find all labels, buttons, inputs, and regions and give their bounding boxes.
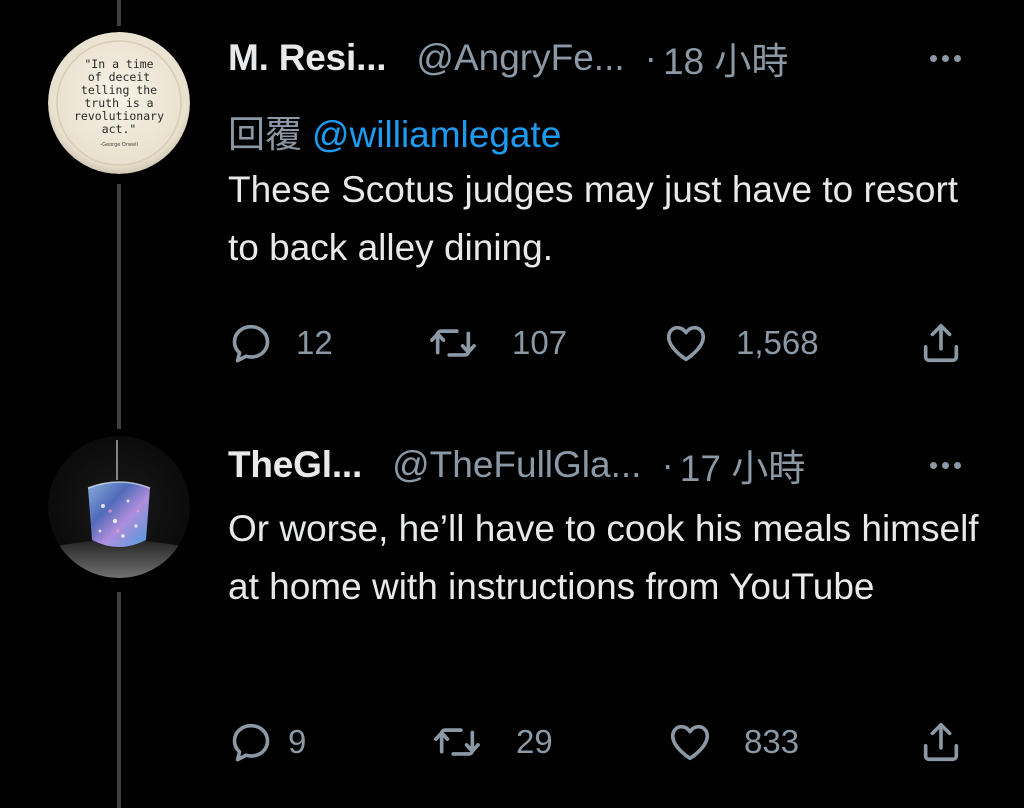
avatar-quote-line: revolutionary [74,109,164,123]
more-icon[interactable] [930,462,961,469]
display-name[interactable]: TheGl... [228,444,362,486]
tweet-actions: 12 107 1,568 [228,318,988,368]
like-button[interactable]: 833 [666,717,799,767]
reply-icon [228,719,274,765]
handle[interactable]: @AngryFe... [416,37,624,79]
reply-count: 9 [288,723,307,760]
share-button[interactable] [918,717,964,767]
avatar-quote-image: "In a time of deceit telling the truth i… [48,32,190,174]
retweet-icon [428,320,478,366]
share-icon [918,320,964,366]
timestamp[interactable]: 18 小時 [663,31,788,85]
separator: · [661,444,674,485]
share-button[interactable] [918,318,964,368]
timestamp[interactable]: 17 小時 [680,438,805,492]
tweet-thread: "In a time of deceit telling the truth i… [0,0,1024,808]
reply-button[interactable]: 12 [228,318,333,368]
share-icon [918,719,964,765]
tweet-header: M. Resi... @AngryFe... · 18 小時 [228,33,788,83]
reply-icon [228,320,274,366]
display-name[interactable]: M. Resi... [228,37,387,79]
thread-line-top [117,0,121,26]
retweet-count: 29 [516,723,553,760]
handle[interactable]: @TheFullGla... [392,444,641,486]
avatar[interactable] [48,436,190,578]
reply-count: 12 [296,324,333,361]
like-button[interactable]: 1,568 [662,318,819,368]
tweet-2[interactable]: TheGl... @TheFullGla... · 17 小時 Or worse… [228,420,988,808]
retweet-button[interactable]: 29 [432,717,553,767]
tweet-1[interactable]: M. Resi... @AngryFe... · 18 小時 回覆 @willia… [228,0,988,420]
avatar-quote-line: truth is a [84,96,153,110]
avatar-quote-attribution: -George Orwell [100,142,138,148]
reply-context: 回覆 @williamlegate [228,104,561,158]
tweet-text: Or worse, he’ll have to cook his meals h… [228,508,979,607]
like-count: 1,568 [736,324,819,361]
avatar-quote-line: act." [102,122,137,136]
retweet-icon [432,719,482,765]
like-count: 833 [744,723,800,760]
avatar-quote-line: of deceit [88,70,150,84]
avatar-quote-line: telling the [81,83,157,97]
reply-button[interactable]: 9 [228,717,306,767]
heart-icon [666,719,714,765]
tweet-text: These Scotus judges may just have to res… [228,169,959,268]
avatar-glass-image [48,436,190,578]
tweet-header: TheGl... @TheFullGla... · 17 小時 [228,440,805,490]
tweet-actions: 9 29 833 [228,717,988,767]
retweet-button[interactable]: 107 [428,318,567,368]
avatar[interactable]: "In a time of deceit telling the truth i… [48,32,190,174]
reply-mention-link[interactable]: @williamlegate [312,114,561,155]
separator: · [644,37,657,78]
thread-line-bottom [117,592,121,808]
reply-prefix: 回覆 [228,114,302,155]
avatar-quote-line: "In a time [84,57,153,71]
heart-icon [662,320,710,366]
thread-line-middle [117,184,121,429]
more-icon[interactable] [930,55,961,62]
retweet-count: 107 [512,324,568,361]
